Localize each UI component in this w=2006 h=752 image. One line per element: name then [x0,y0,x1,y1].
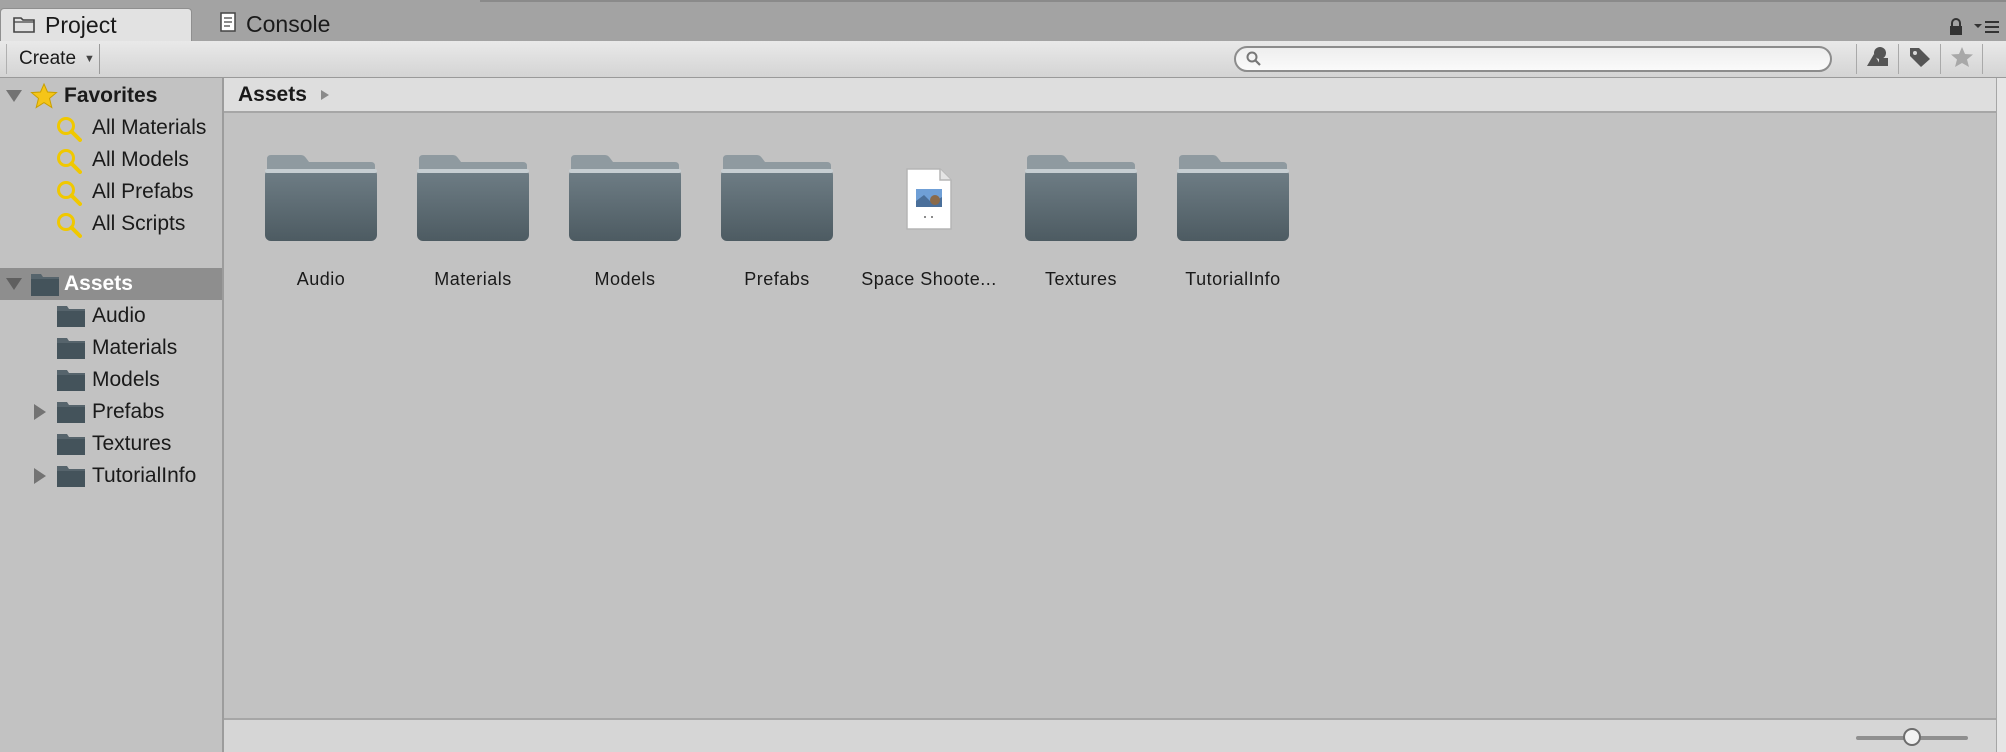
search-by-label-button[interactable] [1898,44,1940,74]
console-icon [220,11,236,38]
tree-favorite-item[interactable]: All Scripts [0,208,222,240]
folder-icon [1006,149,1156,249]
folder-icon [30,271,60,303]
asset-item[interactable]: Audio [246,149,396,290]
tab-console-label: Console [246,11,331,37]
tree-folder-item[interactable]: Textures [0,428,222,460]
asset-item-label: Space Shoote... [861,269,997,289]
vertical-scrollbar[interactable] [1996,78,2006,752]
tree-folder-item[interactable]: TutorialInfo [0,460,222,492]
folder-label: Audio [92,304,146,327]
tab-project-label: Project [45,11,117,38]
folder-label: Prefabs [92,400,165,423]
star-icon [1950,46,1974,73]
folder-icon [56,464,86,494]
favorites-label: Favorites [64,84,158,107]
panel-options [1948,18,2000,41]
saved-search-icon [56,212,82,244]
favorite-item-label: All Scripts [92,212,186,235]
tree-favorite-item[interactable]: All Models [0,144,222,176]
breadcrumb: Assets [224,78,1996,113]
expand-arrow-icon[interactable] [34,404,46,420]
folder-icon [56,304,86,334]
folder-label: Models [92,368,160,391]
folder-icon [246,149,396,249]
project-toolbar: Create ▼ [0,41,2006,78]
asset-item-label: Materials [434,269,512,289]
asset-item[interactable]: Prefabs [702,149,852,290]
folder-icon [398,149,548,249]
folder-icon [702,149,852,249]
tag-icon [1908,46,1932,73]
favorite-item-label: All Prefabs [92,180,194,203]
asset-item[interactable]: Models [550,149,700,290]
tree-favorites[interactable]: Favorites [0,80,222,112]
search-input[interactable] [1268,49,1822,71]
expand-arrow-icon[interactable] [6,90,22,102]
search-by-type-button[interactable] [1856,44,1898,74]
tab-console[interactable]: Console [208,8,358,41]
tab-project[interactable]: Project [0,8,192,41]
asset-item-label: TutorialInfo [1185,269,1281,289]
project-tree: Favorites All Materials All Models All P… [0,78,224,752]
folder-icon [56,400,86,430]
folder-icon [56,368,86,398]
assets-label: Assets [64,272,133,295]
tree-folder-item[interactable]: Models [0,364,222,396]
breadcrumb-arrow-icon[interactable] [320,89,329,100]
lock-icon[interactable] [1948,18,1964,41]
folder-label: Textures [92,432,172,455]
zoom-slider-handle[interactable] [1903,728,1921,746]
favorites-star-icon [30,82,58,115]
save-search-button[interactable] [1940,44,1982,74]
asset-item[interactable]: Materials [398,149,548,290]
expand-arrow-icon[interactable] [6,278,22,290]
asset-item-label: Prefabs [744,269,810,289]
folder-icon [13,12,35,39]
asset-item[interactable]: TutorialInfo [1158,149,1308,290]
breadcrumb-assets[interactable]: Assets [238,83,307,107]
asset-item[interactable]: Space Shoote... [854,149,1004,290]
folder-icon [1158,149,1308,249]
scene-file-icon [854,149,1004,249]
tab-strip: Project Console [0,0,2006,41]
folder-icon [56,432,86,462]
status-bar [224,718,1996,752]
asset-grid: Audio Materials Models Prefabs Space Sho… [224,113,1996,718]
folder-icon [550,149,700,249]
asset-item-label: Textures [1044,269,1118,289]
dropdown-caret-icon: ▼ [84,53,95,65]
folder-icon [56,336,86,366]
tree-folder-item[interactable]: Materials [0,332,222,364]
search-icon [1246,51,1262,72]
folder-label: TutorialInfo [92,464,197,487]
tree-folder-item[interactable]: Audio [0,300,222,332]
favorite-item-label: All Models [92,148,189,171]
search-by-type-icon [1865,46,1891,73]
toolbar-end-divider [1982,44,2006,74]
tree-assets[interactable]: Assets [0,268,222,300]
folder-label: Materials [92,336,178,359]
tab-strip-divider [480,0,2006,2]
create-button-label: Create [19,48,77,69]
tree-favorite-item[interactable]: All Materials [0,112,222,144]
create-button[interactable]: Create ▼ [6,44,100,74]
tree-favorite-item[interactable]: All Prefabs [0,176,222,208]
panel-menu-icon[interactable] [1974,19,2000,40]
asset-item-label: Audio [296,269,346,289]
favorite-item-label: All Materials [92,116,207,139]
tree-folder-item[interactable]: Prefabs [0,396,222,428]
asset-item[interactable]: Textures [1006,149,1156,290]
expand-arrow-icon[interactable] [34,468,46,484]
asset-item-label: Models [594,269,656,289]
search-field[interactable] [1234,46,1832,72]
